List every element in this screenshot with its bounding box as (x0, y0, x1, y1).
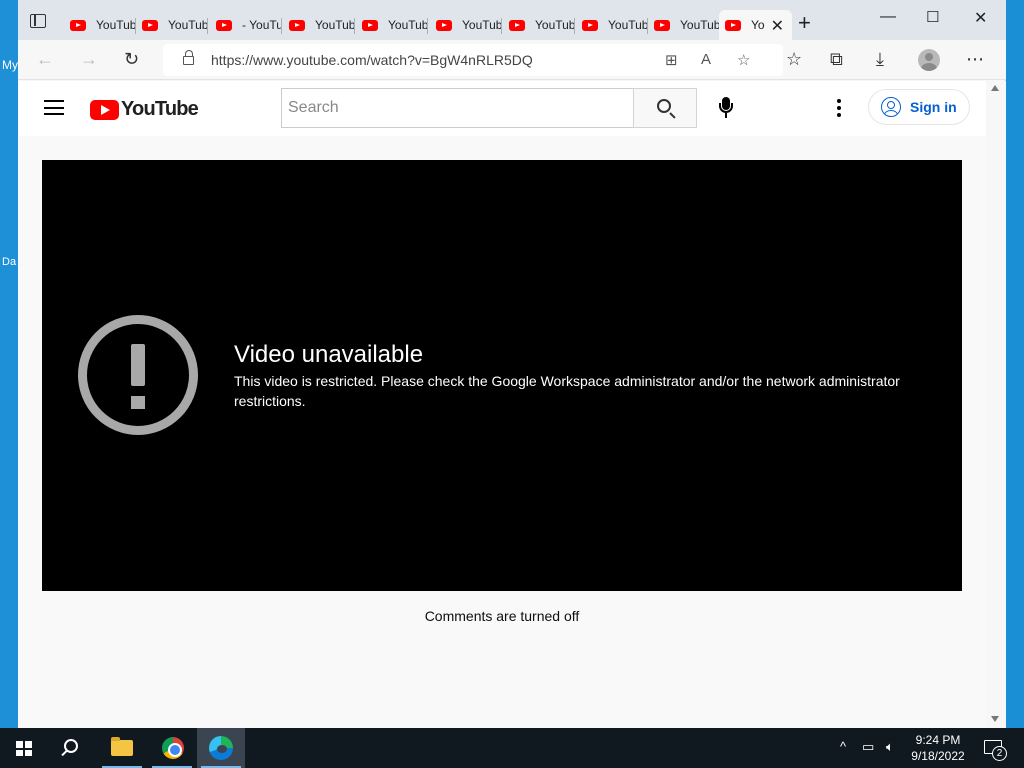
browser-window: YouTube YouTube - YouTube YouTube YouTub… (18, 0, 1006, 728)
tab-label: YouTube (388, 18, 428, 32)
close-window-button[interactable]: ✕ (974, 8, 987, 28)
youtube-favicon-icon (70, 19, 86, 31)
youtube-header: YouTube Sign in (18, 81, 986, 136)
video-player[interactable]: Video unavailable This video is restrict… (42, 160, 962, 591)
add-favorite-icon[interactable]: ☆ (737, 51, 750, 69)
chrome-icon (162, 737, 184, 759)
tab[interactable]: - YouTube (210, 10, 282, 40)
more-icon[interactable]: ⋯ (966, 49, 984, 70)
desktop-icon-label[interactable]: My (2, 58, 18, 72)
youtube-favicon-icon (289, 19, 305, 31)
back-icon[interactable]: ← (36, 49, 54, 70)
desktop-icon-label[interactable]: Da (2, 256, 16, 268)
tab[interactable]: YouTube (136, 10, 208, 40)
file-explorer-button[interactable] (98, 728, 146, 768)
edge-icon (209, 736, 233, 760)
taskbar: ^ ▭ 🔈︎ 9:24 PM 9/18/2022 2 (0, 728, 1024, 768)
new-tab-button[interactable]: + (798, 10, 811, 36)
youtube-favicon-icon (216, 19, 232, 31)
tab[interactable]: YouTube (64, 10, 136, 40)
tab-label: YouTube (168, 18, 208, 32)
account-icon (881, 97, 901, 117)
youtube-favicon-icon (509, 19, 525, 31)
downloads-icon[interactable]: ⤓ (876, 49, 884, 70)
tab-strip: YouTube YouTube - YouTube YouTube YouTub… (18, 0, 1006, 40)
youtube-logo-text: YouTube (121, 98, 199, 120)
tab-label: YouTube (608, 18, 648, 32)
tab-label: YouTube (680, 18, 720, 32)
start-button[interactable] (16, 741, 32, 756)
tab-label: Yo (751, 18, 765, 32)
youtube-favicon-icon (362, 19, 378, 31)
youtube-favicon-icon (582, 19, 598, 31)
microphone-icon[interactable] (716, 97, 736, 121)
network-icon[interactable]: ▭ (862, 739, 874, 755)
notification-count-badge: 2 (992, 746, 1007, 761)
alert-icon (78, 315, 198, 435)
forward-icon[interactable]: → (80, 49, 98, 70)
error-message: This video is restricted. Please check t… (234, 373, 900, 409)
clock-date: 9/18/2022 (911, 749, 965, 763)
tab-actions-icon[interactable] (30, 14, 46, 28)
scroll-up-icon[interactable] (991, 85, 999, 91)
youtube-logo-icon (90, 99, 119, 120)
edge-button[interactable] (197, 728, 245, 768)
page-scrollbar[interactable] (986, 81, 1006, 728)
comments-status: Comments are turned off (424, 608, 580, 624)
url-text[interactable]: https://www.youtube.com/watch?v=BgW4nRLR… (211, 52, 533, 68)
minimize-button[interactable]: — (880, 8, 896, 26)
show-hidden-icons[interactable]: ^ (840, 739, 846, 754)
sign-in-label: Sign in (910, 99, 957, 115)
clock-time: 9:24 PM (915, 733, 961, 747)
browser-toolbar: ← → ↻ https://www.youtube.com/watch?v=Bg… (18, 40, 1006, 80)
refresh-icon[interactable]: ↻ (124, 49, 139, 70)
collections-icon[interactable]: ⧉ (830, 49, 843, 70)
sign-in-button[interactable]: Sign in (868, 89, 970, 125)
maximize-button[interactable]: ☐ (926, 8, 939, 26)
profile-icon[interactable] (918, 49, 940, 71)
apps-icon[interactable]: ⊞ (665, 51, 678, 69)
close-tab-icon[interactable]: ✕ (771, 16, 784, 36)
youtube-favicon-icon (725, 19, 741, 31)
search-input[interactable] (282, 89, 634, 127)
volume-icon[interactable]: 🔈︎ (886, 739, 894, 755)
system-clock[interactable]: 9:24 PM 9/18/2022 (906, 732, 970, 764)
tab[interactable]: YouTube (648, 10, 720, 40)
youtube-page: YouTube Sign in Video unavailable This v… (18, 81, 986, 728)
desktop-background: My Da (0, 0, 18, 728)
tab-label: YouTube (315, 18, 355, 32)
tab[interactable]: YouTube (283, 10, 355, 40)
search-button[interactable] (633, 88, 697, 128)
taskbar-search-icon[interactable] (64, 739, 78, 753)
youtube-favicon-icon (436, 19, 452, 31)
settings-more-icon[interactable] (837, 99, 841, 120)
youtube-logo[interactable]: YouTube (90, 98, 199, 121)
tab-label: YouTube (462, 18, 502, 32)
scroll-down-icon[interactable] (991, 716, 999, 722)
address-bar[interactable]: https://www.youtube.com/watch?v=BgW4nRLR… (163, 44, 783, 76)
read-aloud-icon[interactable]: A (701, 51, 711, 68)
tab[interactable]: YouTube (576, 10, 648, 40)
file-explorer-icon (111, 737, 133, 756)
error-title: Video unavailable (234, 341, 424, 368)
youtube-favicon-icon (142, 19, 158, 31)
tab-label: - YouTube (242, 18, 282, 32)
favorites-icon[interactable]: ☆ (786, 49, 802, 70)
tab[interactable]: YouTube (430, 10, 502, 40)
tab-label: YouTube (535, 18, 575, 32)
tab-label: YouTube (96, 18, 136, 32)
chrome-button[interactable] (148, 728, 196, 768)
search-box[interactable] (281, 88, 634, 128)
lock-icon[interactable] (183, 50, 194, 65)
tab-active[interactable]: Yo ✕ (719, 10, 792, 40)
youtube-favicon-icon (654, 19, 670, 31)
search-icon (657, 99, 671, 113)
tab[interactable]: YouTube (356, 10, 428, 40)
tab[interactable]: YouTube (503, 10, 575, 40)
menu-icon[interactable] (44, 100, 64, 115)
